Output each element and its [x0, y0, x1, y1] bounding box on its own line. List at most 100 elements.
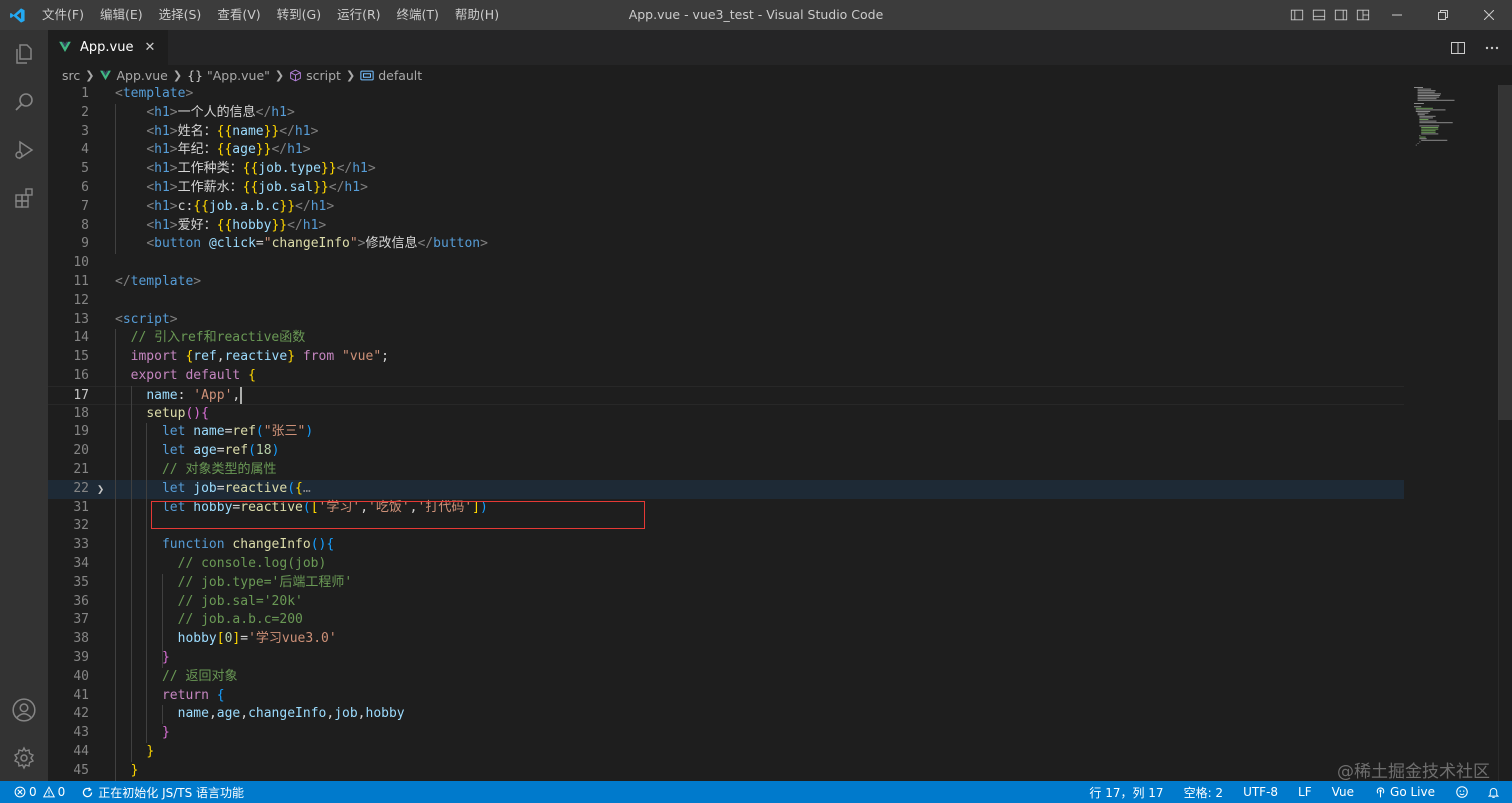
feedback-icon[interactable] — [1445, 781, 1479, 803]
code-line[interactable]: 45 } — [48, 762, 1404, 781]
toggle-sidebar-icon[interactable] — [1286, 0, 1308, 30]
breadcrumb-file[interactable]: App.vue — [116, 68, 167, 83]
code-line[interactable]: 2 <h1>一个人的信息</h1> — [48, 104, 1404, 123]
code-line[interactable]: 42 name,age,changeInfo,job,hobby — [48, 705, 1404, 724]
code-line[interactable]: 44 } — [48, 743, 1404, 762]
init-status[interactable]: 正在初始化 JS/TS 语言功能 — [71, 781, 250, 803]
code-line[interactable]: 20 let age=ref(18) — [48, 442, 1404, 461]
code-line[interactable]: 40 // 返回对象 — [48, 668, 1404, 687]
search-icon[interactable] — [0, 78, 48, 126]
code-line[interactable]: 33 function changeInfo(){ — [48, 536, 1404, 555]
end-of-line[interactable]: LF — [1288, 781, 1322, 803]
code-text: // job.a.b.c=200 — [177, 612, 303, 628]
problems-indicator[interactable]: 0 0 — [0, 781, 71, 803]
code-line[interactable]: 5 <h1>工作种类：{{job.type}}</h1> — [48, 160, 1404, 179]
code-line[interactable]: 38 hobby[0]='学习vue3.0' — [48, 630, 1404, 649]
minimap-line — [1419, 136, 1426, 138]
code-line[interactable]: 22 ❯ let job=reactive({… — [48, 479, 1404, 499]
code-line[interactable]: 8 <h1>爱好：{{hobby}}</h1> — [48, 217, 1404, 236]
code-text: // 引入ref和reactive函数 — [130, 330, 306, 346]
go-live-button[interactable]: Go Live — [1364, 781, 1445, 803]
minimap-line — [1415, 107, 1433, 109]
minimap-line — [1417, 112, 1429, 114]
code-line[interactable]: 14 // 引入ref和reactive函数 — [48, 329, 1404, 348]
bell-icon[interactable] — [1479, 781, 1512, 803]
code-line[interactable]: 35 // job.type='后端工程师' — [48, 574, 1404, 593]
breadcrumb-default[interactable]: default — [378, 68, 422, 83]
menu-terminal[interactable]: 终端(T) — [389, 0, 447, 30]
code-line[interactable]: 3 <h1>姓名：{{name}}</h1> — [48, 123, 1404, 142]
variable-icon — [360, 69, 374, 82]
settings-gear-icon[interactable] — [0, 734, 48, 782]
code-line[interactable]: 21 // 对象类型的属性 — [48, 461, 1404, 480]
code-line[interactable]: 34 // console.log(job) — [48, 555, 1404, 574]
scrollbar-thumb[interactable] — [1498, 85, 1512, 420]
code-line[interactable]: 12 — [48, 292, 1404, 311]
explorer-icon[interactable] — [0, 30, 48, 78]
close-window-icon[interactable] — [1466, 0, 1512, 30]
code-line[interactable]: 15 import {ref,reactive} from "vue"; — [48, 348, 1404, 367]
split-editor-icon[interactable] — [1444, 34, 1472, 62]
language-mode[interactable]: Vue — [1322, 781, 1364, 803]
code-line[interactable]: 11 </template> — [48, 273, 1404, 292]
line-number: 40 — [73, 668, 89, 684]
more-actions-icon[interactable] — [1478, 34, 1506, 62]
minimize-icon[interactable] — [1374, 0, 1420, 30]
minimap[interactable] — [1404, 85, 1498, 781]
code-line[interactable]: 19 let name=ref("张三") — [48, 423, 1404, 442]
tab-app-vue[interactable]: App.vue ✕ — [48, 30, 168, 65]
menu-run[interactable]: 运行(R) — [329, 0, 388, 30]
menu-file[interactable]: 文件(F) — [34, 0, 92, 30]
code-line[interactable]: 6 <h1>工作薪水：{{job.sal}}</h1> — [48, 179, 1404, 198]
code-line[interactable]: 17 name: 'App', — [48, 385, 1404, 405]
minimap-line — [1415, 111, 1431, 112]
menu-selection[interactable]: 选择(S) — [151, 0, 210, 30]
code-line[interactable]: 13 <script> — [48, 311, 1404, 330]
code-line[interactable]: 9 <button @click="changeInfo">修改信息</butt… — [48, 235, 1404, 254]
encoding[interactable]: UTF-8 — [1233, 781, 1288, 803]
cursor-position[interactable]: 行 17，列 17 — [1079, 781, 1173, 803]
line-number: 42 — [73, 706, 89, 722]
code-line[interactable]: 18 setup(){ — [48, 405, 1404, 424]
code-text: <script> — [115, 311, 178, 327]
code-line[interactable]: 36 // job.sal='20k' — [48, 593, 1404, 612]
menu-view[interactable]: 查看(V) — [209, 0, 268, 30]
minimap-line — [1417, 90, 1436, 92]
code-line[interactable]: 43 } — [48, 724, 1404, 743]
minimap-line — [1417, 114, 1425, 116]
run-debug-icon[interactable] — [0, 126, 48, 174]
line-number: 4 — [81, 142, 89, 158]
extensions-icon[interactable] — [0, 174, 48, 222]
code-line[interactable]: 37 // job.a.b.c=200 — [48, 611, 1404, 630]
code-editor[interactable]: 1 <template> 2 <h1>一个人的信息</h1> 3 <h1>姓名：{{n… — [48, 85, 1404, 781]
breadcrumb-folder[interactable]: src — [62, 68, 80, 83]
tab-actions — [1444, 30, 1512, 65]
line-number: 11 — [73, 274, 89, 289]
menu-help[interactable]: 帮助(H) — [447, 0, 507, 30]
account-icon[interactable] — [0, 686, 48, 734]
line-number: 3 — [81, 123, 89, 139]
code-line[interactable]: 4 <h1>年纪：{{age}}</h1> — [48, 141, 1404, 160]
menu-edit[interactable]: 编辑(E) — [92, 0, 151, 30]
error-icon — [14, 786, 26, 798]
code-line[interactable]: 7 <h1>c:{{job.a.b.c}}</h1> — [48, 198, 1404, 217]
menu-go[interactable]: 转到(G) — [269, 0, 329, 30]
close-icon[interactable]: ✕ — [142, 39, 158, 55]
code-line[interactable]: 41 return { — [48, 687, 1404, 706]
code-line[interactable]: 10 — [48, 254, 1404, 273]
fold-chevron-icon[interactable]: ❯ — [97, 480, 104, 499]
code-line[interactable]: 39 } — [48, 649, 1404, 668]
minimap-line — [1419, 115, 1436, 117]
code-line[interactable]: 1 <template> — [48, 85, 1404, 104]
breadcrumb-object[interactable]: "App.vue" — [207, 68, 270, 83]
breadcrumb-script[interactable]: script — [306, 68, 341, 83]
line-number: 7 — [81, 198, 89, 214]
restore-icon[interactable] — [1420, 0, 1466, 30]
indentation[interactable]: 空格: 2 — [1174, 781, 1234, 803]
minimap-line — [1419, 138, 1427, 140]
line-number: 36 — [73, 593, 89, 609]
code-line[interactable]: 16 export default { — [48, 367, 1404, 386]
toggle-panel-icon[interactable] — [1308, 0, 1330, 30]
toggle-secondary-sidebar-icon[interactable] — [1330, 0, 1352, 30]
customize-layout-icon[interactable] — [1352, 0, 1374, 30]
